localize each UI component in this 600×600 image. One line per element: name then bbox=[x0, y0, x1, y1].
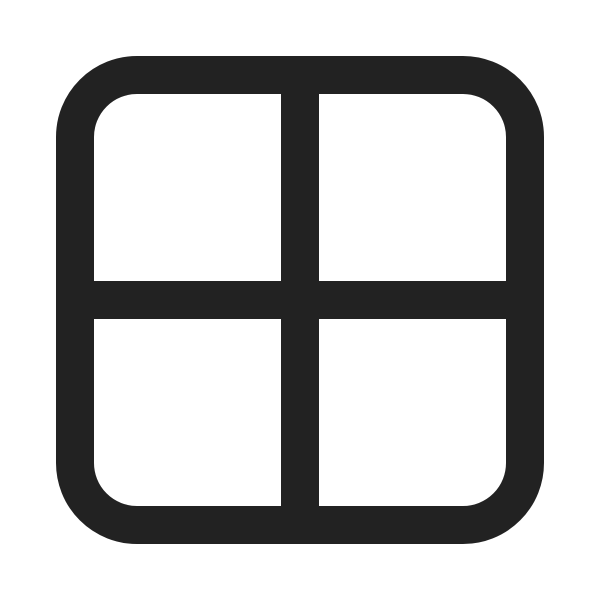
icon-canvas bbox=[0, 0, 600, 600]
grid-2x2-icon bbox=[56, 56, 544, 544]
